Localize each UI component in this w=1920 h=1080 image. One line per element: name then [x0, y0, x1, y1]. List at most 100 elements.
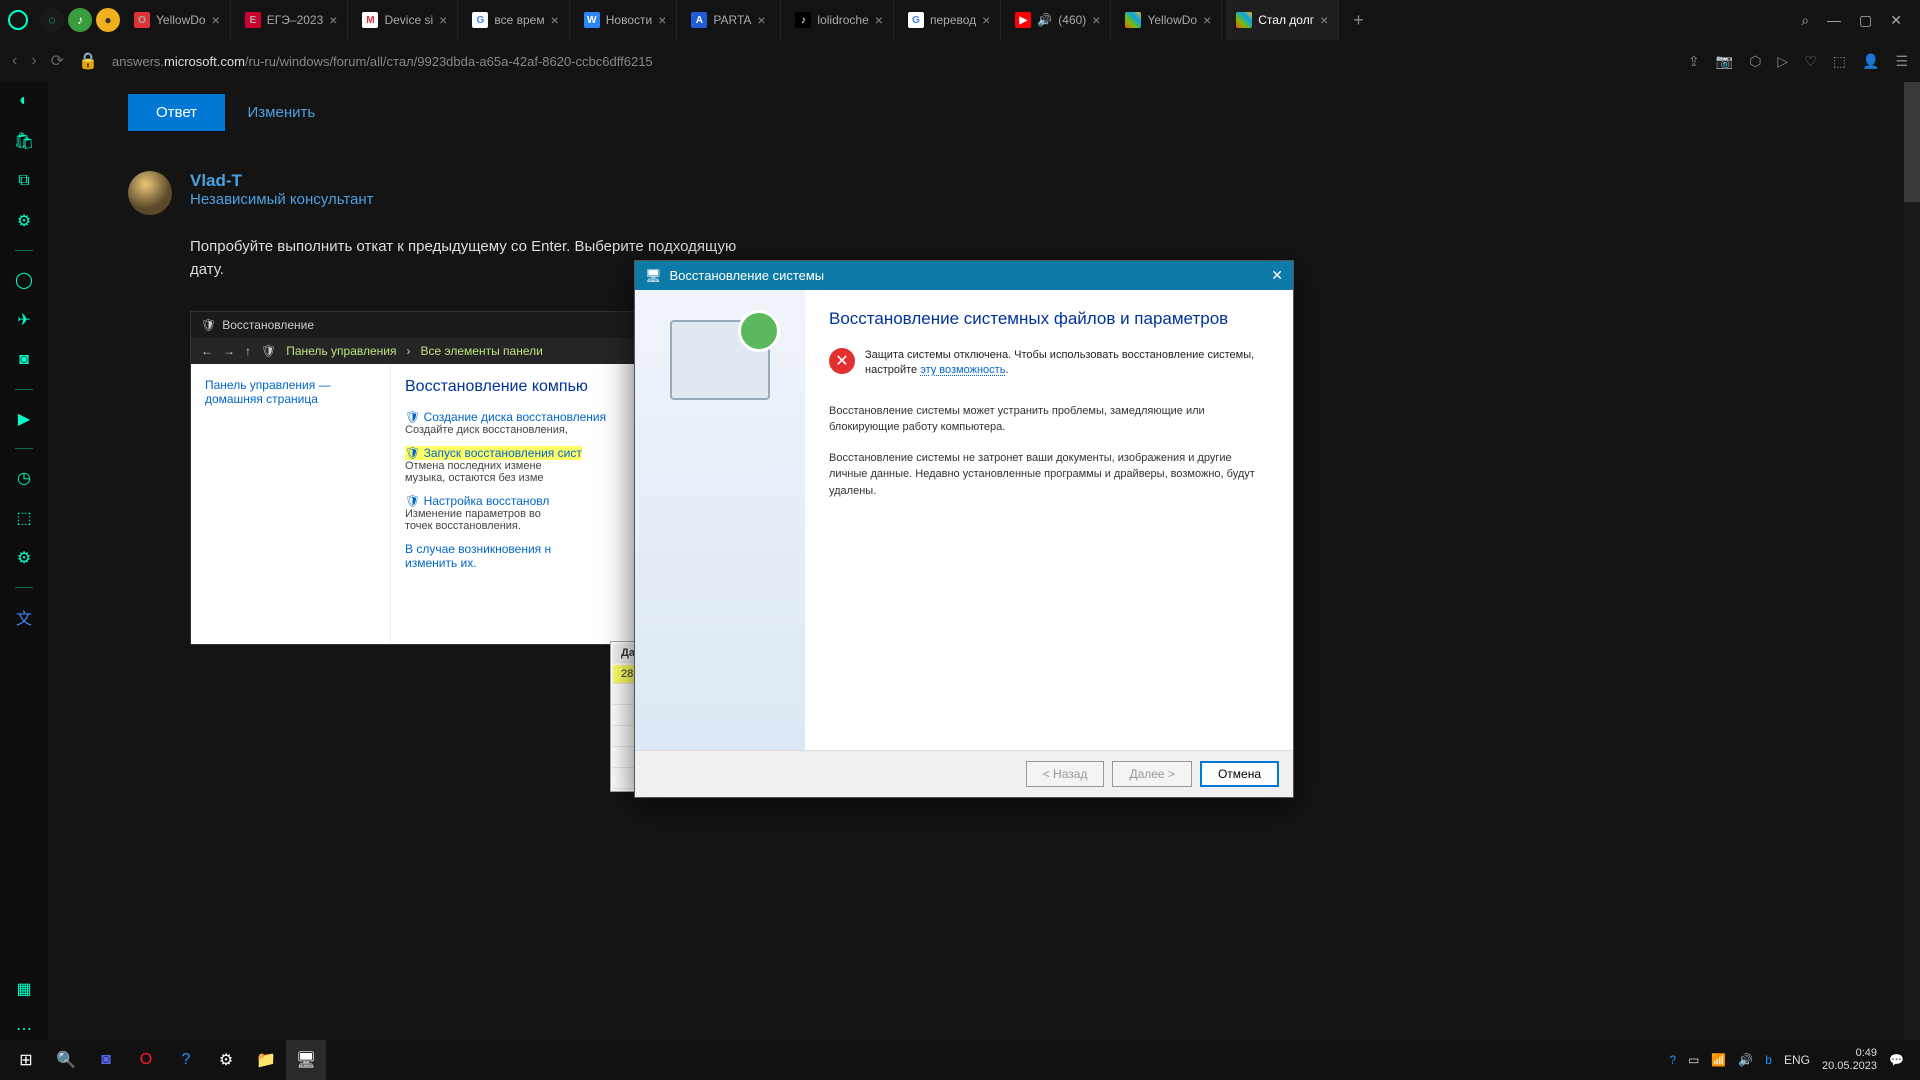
dialog-paragraph: Восстановление системы не затронет ваши …	[829, 450, 1269, 500]
nav-back-icon[interactable]: ‹	[12, 52, 17, 70]
address-bar[interactable]: answers.microsoft.com/ru-ru/windows/foru…	[112, 54, 1674, 69]
close-icon[interactable]: ×	[212, 12, 220, 28]
page-scrollbar[interactable]	[1904, 82, 1920, 1040]
tab-label: ЕГЭ–2023	[267, 13, 324, 27]
help-taskbar-icon[interactable]: ?	[166, 1040, 206, 1080]
close-icon[interactable]: ×	[1203, 12, 1211, 28]
maximize-icon[interactable]: ▢	[1859, 12, 1872, 29]
history-icon[interactable]: ◷	[13, 467, 35, 489]
cp-link-start-restore: 🛡 Запуск восстановления сист	[405, 446, 582, 460]
taskbar-clock[interactable]: 0:49 20.05.2023	[1822, 1047, 1877, 1073]
tab-parta[interactable]: АPARTA×	[681, 0, 781, 40]
close-icon[interactable]: ×	[329, 12, 337, 28]
close-icon[interactable]: ×	[982, 12, 990, 28]
close-icon[interactable]: ✕	[1271, 267, 1283, 284]
tab-label: Новости	[606, 13, 652, 27]
tray-battery-icon[interactable]: ▭	[1688, 1053, 1699, 1067]
tab-tiktok[interactable]: ♪lolidroche×	[785, 0, 894, 40]
tray-wifi-icon[interactable]: 📶	[1711, 1053, 1726, 1067]
pinboards-icon[interactable]: ▦	[13, 978, 35, 1000]
close-window-icon[interactable]: ✕	[1890, 12, 1902, 29]
close-icon[interactable]: ×	[551, 12, 559, 28]
close-icon[interactable]: ×	[875, 12, 883, 28]
minimize-icon[interactable]: —	[1827, 12, 1841, 29]
dialog-title: Восстановление системы	[670, 268, 825, 283]
close-icon[interactable]: ×	[1320, 12, 1328, 28]
configure-link[interactable]: эту возможность	[920, 364, 1005, 376]
profile-icon[interactable]: 👤	[1862, 53, 1879, 70]
tab-active[interactable]: Стал долг×	[1226, 0, 1339, 40]
back-button: < Назад	[1026, 761, 1105, 787]
edit-link[interactable]: Изменить	[248, 104, 316, 121]
camera-icon[interactable]: 📷	[1716, 53, 1733, 70]
speed-dial-icon[interactable]: ◐	[13, 90, 35, 112]
gx-coin-icon[interactable]: ●	[96, 8, 120, 32]
search-button[interactable]: 🔍	[46, 1040, 86, 1080]
new-tab-button[interactable]: +	[1343, 10, 1374, 31]
tab-google-1[interactable]: Gвсе врем×	[462, 0, 569, 40]
play-icon[interactable]: ▷	[1777, 53, 1788, 70]
extensions-icon[interactable]: ⬚	[13, 507, 35, 529]
tab-yellowdo-2[interactable]: YellowDo ×	[1115, 0, 1222, 40]
tab-label: PARTA	[713, 13, 751, 27]
user-name[interactable]: Vlad-T	[190, 171, 1840, 191]
notification-icon[interactable]: 💬	[1889, 1053, 1904, 1067]
close-icon[interactable]: ×	[658, 12, 666, 28]
send-icon[interactable]: ⇪	[1688, 53, 1700, 70]
tab-ege[interactable]: ЕЕГЭ–2023×	[235, 0, 349, 40]
avatar[interactable]	[128, 171, 172, 215]
settings-icon[interactable]: ⚙	[13, 547, 35, 569]
error-icon: ✕	[829, 348, 855, 374]
reply-button[interactable]: Ответ	[128, 94, 225, 131]
gx-corner-icon[interactable]: ◌	[40, 8, 64, 32]
tray-volume-icon[interactable]: 🔊	[1738, 1053, 1753, 1067]
gx-sound-icon[interactable]: ♪	[68, 8, 92, 32]
opera-logo-icon	[8, 10, 28, 30]
easy-setup-icon[interactable]: ☰	[1895, 53, 1908, 70]
ai-icon[interactable]: ⚙	[13, 210, 35, 232]
nav-forward-icon[interactable]: ›	[31, 52, 36, 70]
lock-icon[interactable]: 🔒	[78, 51, 98, 71]
tab-google-2[interactable]: Gперевод×	[898, 0, 1001, 40]
shield-icon[interactable]: ⬡	[1749, 53, 1761, 70]
gx-sidebar: ◐ 🛍 ⧉ ⚙ ◯ ✈ ◙ ▶ ◷ ⬚ ⚙ 文 ▦ ⋯	[0, 82, 48, 1040]
close-icon[interactable]: ×	[439, 12, 447, 28]
dialog-paragraph: Восстановление системы может устранить п…	[829, 403, 1269, 436]
player-icon[interactable]: ▶	[13, 408, 35, 430]
tray-bing-icon[interactable]: b	[1765, 1053, 1772, 1067]
language-indicator[interactable]: ENG	[1784, 1053, 1810, 1067]
discord-icon[interactable]: ◙	[13, 349, 35, 371]
search-icon[interactable]: ⌕	[1801, 12, 1809, 29]
reload-icon[interactable]: ⟳	[51, 51, 64, 71]
opera-taskbar-icon[interactable]: O	[126, 1040, 166, 1080]
cube-icon[interactable]: ⬚	[1833, 53, 1846, 70]
tab-yellowdo-1[interactable]: OYellowDo×	[124, 0, 231, 40]
tab-label: Device si	[384, 13, 433, 27]
twitch-icon[interactable]: ⧉	[13, 170, 35, 192]
tray-help-icon[interactable]: ?	[1669, 1053, 1676, 1067]
restore-taskbar-icon[interactable]: 🖥	[286, 1040, 326, 1080]
tab-vk[interactable]: WНовости×	[574, 0, 678, 40]
tab-youtube[interactable]: ▶🔊(460)×	[1005, 0, 1111, 40]
nav-back-icon: ←	[201, 344, 213, 358]
discord-taskbar-icon[interactable]: ◙	[86, 1040, 126, 1080]
more-icon[interactable]: ⋯	[13, 1018, 35, 1040]
dialog-icon: 🖥	[645, 268, 662, 284]
close-icon[interactable]: ×	[1092, 12, 1100, 28]
heart-icon[interactable]: ♡	[1804, 53, 1817, 70]
monitor-icon	[670, 320, 770, 400]
cancel-button[interactable]: Отмена	[1200, 761, 1279, 787]
dialog-titlebar[interactable]: 🖥 Восстановление системы ✕	[635, 261, 1293, 290]
scrollbar-thumb[interactable]	[1904, 82, 1920, 202]
start-button[interactable]: ⊞	[6, 1040, 46, 1080]
whatsapp-icon[interactable]: ◯	[13, 269, 35, 291]
settings-taskbar-icon[interactable]: ⚙	[206, 1040, 246, 1080]
shopping-icon[interactable]: 🛍	[13, 130, 35, 152]
explorer-taskbar-icon[interactable]: 📁	[246, 1040, 286, 1080]
tab-label: YellowDo	[1147, 13, 1197, 27]
tab-gmail[interactable]: MDevice si×	[352, 0, 458, 40]
close-icon[interactable]: ×	[757, 12, 765, 28]
translator-icon[interactable]: 文	[13, 606, 35, 628]
windows-taskbar: ⊞ 🔍 ◙ O ? ⚙ 📁 🖥 ? ▭ 📶 🔊 b ENG 0:49 20.05…	[0, 1040, 1920, 1080]
telegram-icon[interactable]: ✈	[13, 309, 35, 331]
